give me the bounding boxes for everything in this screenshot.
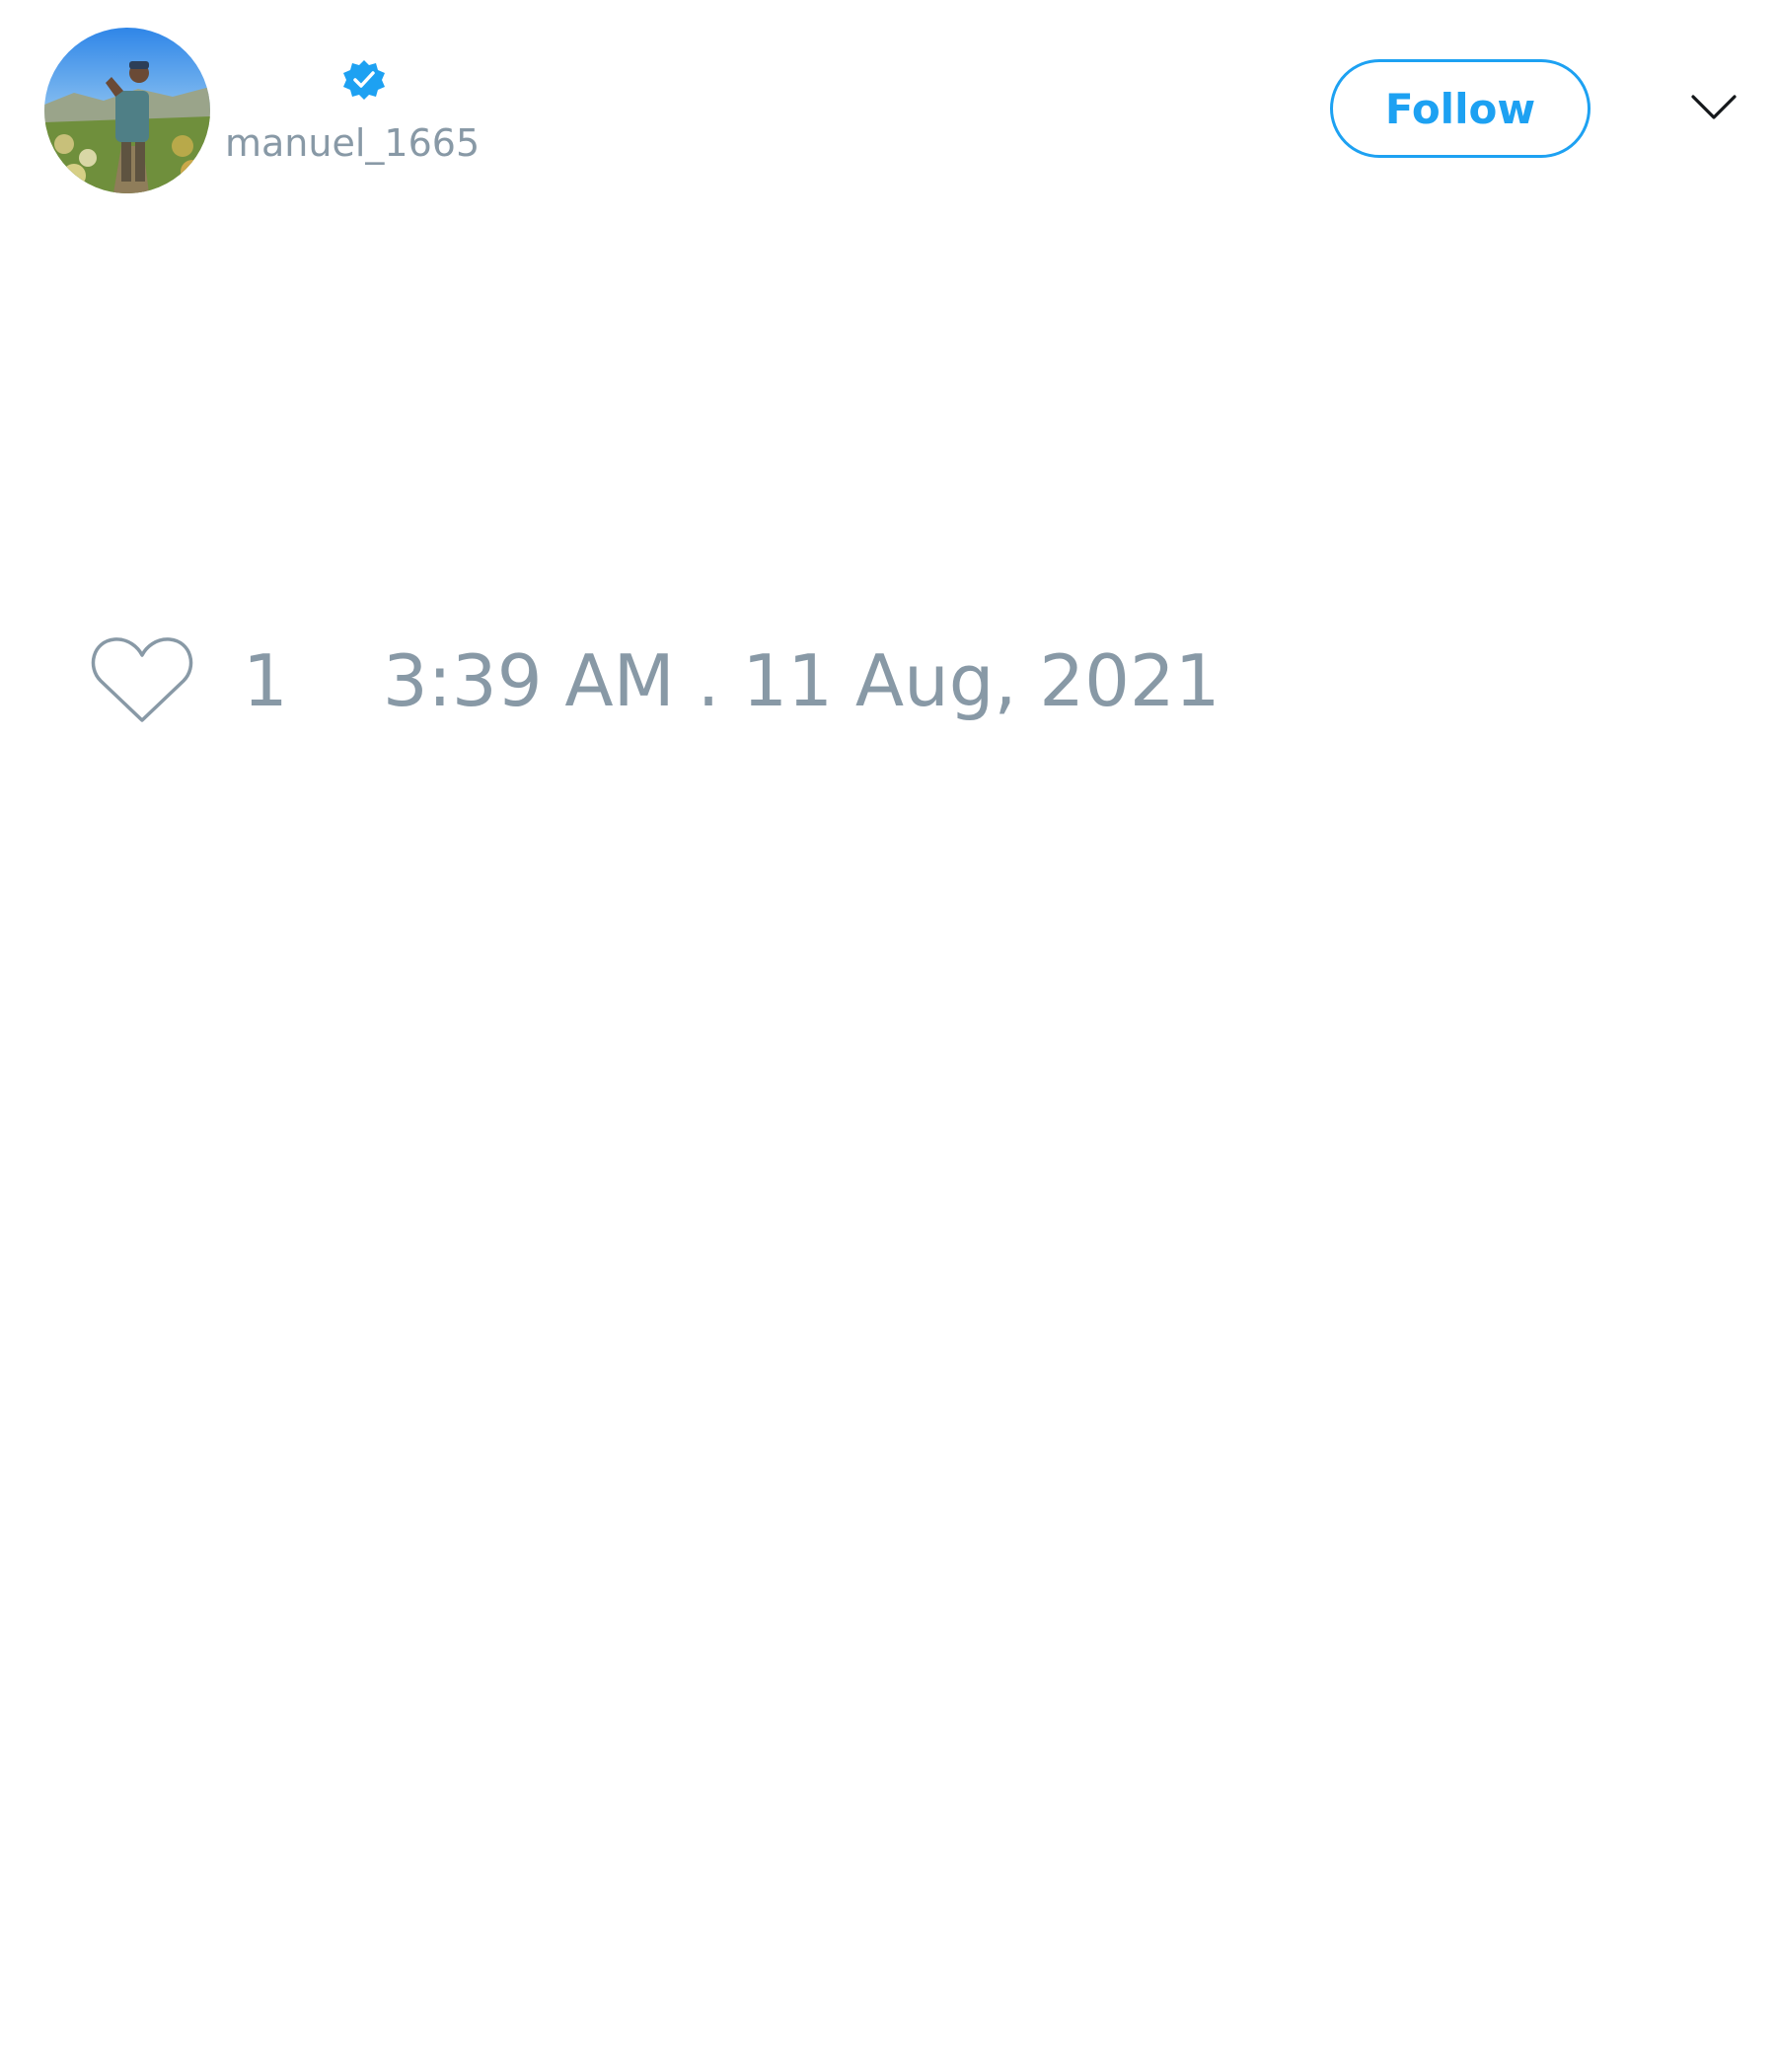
tweet-timestamp[interactable]: 3:39 AM . 11 Aug, 2021 [383,645,1221,716]
avatar-photo [44,28,210,193]
like-count: 1 [243,639,288,722]
heart-outline-icon[interactable] [89,633,195,728]
follow-button[interactable]: Follow [1330,59,1591,158]
tweet-text [44,227,1732,582]
chevron-down-icon[interactable] [1689,91,1739,124]
tweet-meta-row: 1 3:39 AM . 11 Aug, 2021 [89,631,1221,730]
author-handle[interactable]: manuel_1665 [225,124,480,162]
verified-badge-icon [341,57,387,103]
avatar[interactable] [44,28,210,193]
